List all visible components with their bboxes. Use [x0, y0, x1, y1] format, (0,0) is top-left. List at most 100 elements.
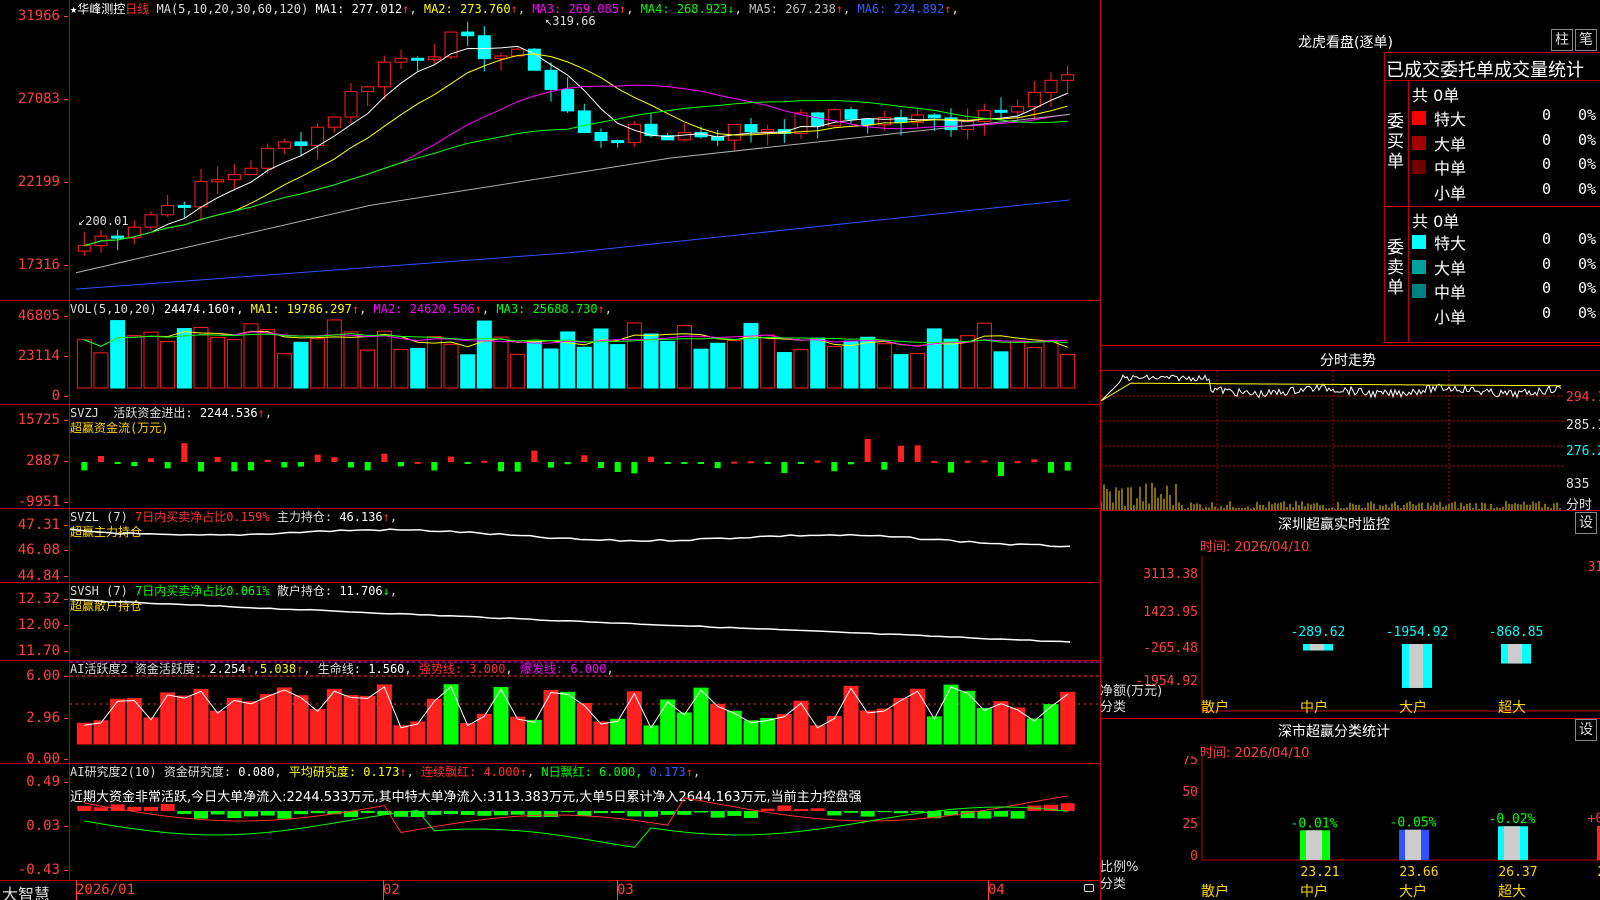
lhb-tabs[interactable]: 已成交委托单成交量统计 [1386, 56, 1584, 82]
monitor-settings-button[interactable]: 设 [1575, 512, 1597, 534]
activity-chart[interactable] [70, 660, 1100, 763]
research-bar [477, 811, 492, 816]
activity-bar [343, 695, 359, 745]
volume-bar [893, 354, 909, 389]
monitor-bar [1508, 644, 1522, 664]
volume-bar [1010, 340, 1026, 389]
flow-bar [864, 438, 871, 462]
class-bar [1504, 826, 1520, 860]
flow-bar [714, 462, 721, 469]
flow-bar [698, 462, 704, 464]
class-tick: 25 [1182, 817, 1198, 832]
class-tick: 75 [1182, 756, 1198, 768]
candle-body [844, 109, 858, 120]
flow-bar [164, 462, 171, 469]
activity-bar [943, 684, 959, 745]
volume-bar [110, 320, 126, 389]
monitor-bar [1310, 644, 1324, 651]
main-holding-line[interactable] [70, 524, 1100, 582]
svsh-header: SVSH (7) 7日内买卖净占比0.061% 散户持仓: 11.706↓, [70, 584, 398, 598]
flow-bar [581, 455, 588, 462]
class-value: 26.37 [1498, 865, 1537, 880]
fund-flow-chart[interactable] [70, 420, 1100, 508]
svzl-tick: 44.84 [0, 568, 68, 584]
candlestick-chart[interactable] [70, 18, 1100, 300]
price-tick: 27083 [0, 91, 68, 107]
volume-bar [793, 349, 809, 389]
flow-bar [531, 450, 538, 462]
fenshi-price: 276.2 [1566, 444, 1600, 459]
candle-body [444, 31, 458, 58]
intraday-chart[interactable] [1101, 371, 1565, 510]
flow-bar [664, 462, 671, 464]
volume-bar [1043, 341, 1059, 389]
candle-body [461, 31, 475, 37]
flow-bar [731, 461, 738, 464]
flow-bar [264, 459, 271, 462]
research-bar [910, 811, 925, 813]
candle-body [894, 116, 908, 123]
volume-bar [610, 344, 626, 389]
volume-bar [1026, 347, 1042, 389]
flow-bar [631, 462, 638, 474]
volume-bar [343, 331, 359, 389]
activity-bar [310, 708, 326, 745]
vol-header: VOL(5,10,20) 24474.160↑, MA1: 19786.297↑… [70, 302, 613, 316]
activity-bar [593, 721, 609, 745]
research-bar [527, 811, 542, 818]
sz-class-title: 深市超赢分类统计 [1278, 724, 1390, 740]
net-amount-chart[interactable]: 3113.381423.95-265.48-1954.92-289.62 -195… [1100, 556, 1600, 720]
volume-bar [826, 346, 842, 389]
volume-bar [643, 333, 659, 389]
volume-bar [593, 328, 609, 389]
flow-bar [614, 462, 621, 472]
ma-line [84, 84, 1068, 247]
class-tick: 0 [1190, 849, 1198, 864]
activity-bar [893, 697, 909, 745]
bar-mode-button[interactable]: 柱 [1551, 29, 1573, 51]
ratio-chart[interactable]: 75 50 25 0 -0.01% 23.21 -0.05% 23.66 -0.02% 26.37… [1100, 756, 1600, 882]
volume-bar [993, 351, 1009, 389]
flow-bar [781, 462, 788, 473]
volume-bar [493, 336, 509, 389]
research-bar [77, 805, 92, 811]
activity-bar [210, 710, 226, 745]
activity-bar [510, 716, 526, 745]
lock-icon[interactable] [1084, 884, 1094, 892]
flow-bar [98, 455, 104, 462]
flow-bar [114, 462, 121, 464]
retail-holding-line[interactable] [70, 598, 1100, 660]
date-label: 02 [383, 882, 400, 898]
research-chart[interactable] [70, 764, 1100, 880]
stock-name[interactable]: 华峰测控 [77, 2, 125, 16]
activity-bar [993, 701, 1009, 745]
volume-bar [360, 349, 376, 389]
volume-bar [676, 325, 692, 389]
candle-body [161, 204, 175, 216]
flow-bar [281, 462, 288, 468]
class-change: -0.01% [1291, 816, 1338, 831]
tick-mode-button[interactable]: 笔 [1575, 29, 1597, 51]
candle-body [611, 140, 625, 144]
research-bar [844, 811, 858, 813]
volume-bar [426, 336, 442, 389]
monitor-value: -1954.92 [1386, 625, 1449, 640]
volume-bar [76, 339, 92, 389]
sz-monitor-title: 深圳超赢实时监控 [1278, 517, 1390, 533]
candle-body [1011, 106, 1025, 113]
candle-body [211, 179, 225, 183]
vol-tick: 23114 [0, 348, 68, 364]
ma-item: MA2: 273.760 [423, 2, 511, 16]
volume-bar [843, 340, 859, 389]
candle-body [577, 110, 591, 134]
svsh-tick: 12.00 [0, 617, 68, 633]
sz-monitor-time: 时间: 2026/04/10 [1200, 540, 1310, 555]
volume-chart[interactable] [70, 316, 1100, 404]
candle-body [594, 132, 608, 142]
research-bar [227, 811, 242, 819]
holding-line [70, 528, 1071, 548]
period-label[interactable]: 日线 [125, 2, 149, 16]
volume-bar [393, 349, 409, 389]
research-bar [310, 811, 325, 814]
class-settings-button[interactable]: 设 [1575, 719, 1597, 741]
